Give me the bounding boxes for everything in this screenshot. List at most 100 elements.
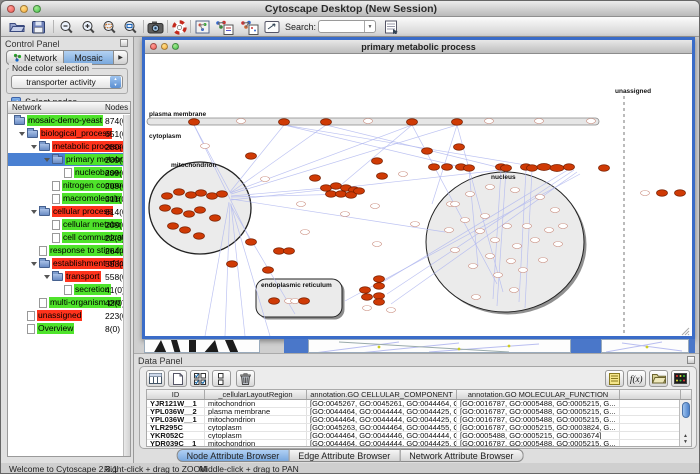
network-node[interactable] <box>527 165 538 172</box>
table-cell[interactable]: [GO:0044464, GO:0044446, GO:0044444, G..… <box>307 432 457 439</box>
network-node[interactable] <box>162 193 173 200</box>
network-node-small[interactable] <box>469 264 478 269</box>
matrix-view-icon[interactable] <box>671 370 690 387</box>
table-cell[interactable]: cytoplasm <box>205 424 307 431</box>
network-node-small[interactable] <box>445 228 454 233</box>
table-cell[interactable]: [GO:0044464, GO:0044444, GO:0044425, G..… <box>307 408 457 415</box>
table-import-icon[interactable] <box>383 19 400 35</box>
network-node-small[interactable] <box>539 258 548 263</box>
network-node-small[interactable] <box>201 144 210 149</box>
network-node[interactable] <box>180 227 191 234</box>
tree-row[interactable]: primary metabo209(... <box>8 153 130 166</box>
table-row[interactable]: YDR039C__1mitochondrion[GO:0044464, GO:0… <box>147 440 691 447</box>
resize-grip-icon[interactable] <box>688 334 689 335</box>
table-cell[interactable]: YDR039C__1 <box>147 440 205 447</box>
attr-column-header[interactable]: annotation.GO CELLULAR_COMPONENT <box>307 390 457 399</box>
attr-column-header[interactable]: _cellularLayoutRegion <box>205 390 307 399</box>
attr-column-header[interactable]: ID <box>147 390 205 399</box>
formula-builder-icon[interactable]: f(x) <box>627 370 646 387</box>
table-row[interactable]: YLR295Ccytoplasm[GO:0045263, GO:0044464,… <box>147 424 691 432</box>
network-node-small[interactable] <box>494 273 503 278</box>
network-node-small[interactable] <box>513 244 522 249</box>
whiteboard-icon[interactable] <box>263 19 280 35</box>
network-node[interactable] <box>452 119 463 126</box>
background-window-border[interactable] <box>571 339 601 353</box>
table-row[interactable]: YJR121W__1mitochondrion[GO:0045267, GO:0… <box>147 400 691 408</box>
zoom-fit-icon[interactable] <box>122 19 139 35</box>
network-node-small[interactable] <box>536 195 545 200</box>
network-node[interactable] <box>326 191 337 198</box>
tree-row[interactable]: Overview8(0) <box>8 322 130 335</box>
network-node[interactable] <box>372 158 383 165</box>
table-cell[interactable]: cytoplasm <box>205 432 307 439</box>
network-node[interactable] <box>331 183 342 190</box>
network-node-small[interactable] <box>472 295 481 300</box>
background-window[interactable] <box>601 339 689 353</box>
table-scrollbar-thumb[interactable] <box>682 402 690 418</box>
network-node[interactable] <box>310 175 321 182</box>
network-node[interactable] <box>336 191 347 198</box>
network-canvas[interactable]: plasma membranecytoplasmmitochondrionnuc… <box>145 54 692 336</box>
table-row[interactable]: YPL036W__2plasma membrane[GO:0044464, GO… <box>147 408 691 416</box>
network-node[interactable] <box>360 287 371 294</box>
network-node[interactable] <box>299 298 310 305</box>
zoom-out-icon[interactable] <box>58 19 75 35</box>
network-node[interactable] <box>217 191 228 198</box>
expand-arrow-icon[interactable] <box>19 132 25 136</box>
network-node[interactable] <box>599 165 610 172</box>
table-cell[interactable]: [GO:0044464, GO:0044444, GO:0044425, G..… <box>307 440 457 447</box>
network-node[interactable] <box>210 215 221 222</box>
tree-row[interactable]: cellular process614(0) <box>8 205 130 218</box>
table-cell[interactable]: YPL036W__2 <box>147 408 205 415</box>
network-view-titlebar[interactable]: primary metabolic process <box>145 40 692 54</box>
network-node[interactable] <box>422 148 433 155</box>
new-attribute-icon[interactable] <box>168 370 187 387</box>
network-node-small[interactable] <box>519 268 528 273</box>
network-node[interactable] <box>537 164 551 171</box>
table-cell[interactable]: [GO:0044464, GO:0044444, GO:0044425, G..… <box>307 416 457 423</box>
network-image-icon[interactable] <box>194 19 211 35</box>
float-panel-icon[interactable] <box>120 39 128 47</box>
table-scrollbar-arrows[interactable]: ▲▼ <box>680 433 691 445</box>
network-node[interactable] <box>374 299 385 306</box>
tree-row[interactable]: unassigned223(0) <box>8 309 130 322</box>
network-node[interactable] <box>184 211 195 218</box>
table-scrollbar[interactable]: ▲▼ <box>679 400 691 446</box>
tab-overflow-button[interactable]: ▶ <box>114 50 128 65</box>
network-node-small[interactable] <box>411 222 420 227</box>
tree-row[interactable]: secretion41(0) <box>8 283 130 296</box>
tree-row[interactable]: nitrogen compo209(0) <box>8 179 130 192</box>
network-node[interactable] <box>354 188 365 195</box>
network-node[interactable] <box>284 248 295 255</box>
attr-column-header[interactable] <box>620 390 681 399</box>
network-node-small[interactable] <box>451 248 460 253</box>
table-cell[interactable]: YPL036W__1 <box>147 416 205 423</box>
network-node-small[interactable] <box>399 172 408 177</box>
tree-row[interactable]: transport558(0) <box>8 270 130 283</box>
expand-arrow-icon[interactable] <box>44 158 50 162</box>
network-node[interactable] <box>196 190 207 197</box>
snapshot-camera-icon[interactable] <box>147 19 164 35</box>
table-cell[interactable]: YKR052C <box>147 432 205 439</box>
network-node[interactable] <box>189 119 200 126</box>
network-node-small[interactable] <box>364 119 373 124</box>
network-node[interactable] <box>321 119 332 126</box>
expand-arrow-icon[interactable] <box>31 145 37 149</box>
network-node-small[interactable] <box>476 229 485 234</box>
network-node-small[interactable] <box>511 188 520 193</box>
table-cell[interactable] <box>620 432 681 439</box>
network-node-small[interactable] <box>503 224 512 229</box>
attr-table-header[interactable]: ID_cellularLayoutRegionannotation.GO CEL… <box>147 390 691 400</box>
import-attributes-folder-icon[interactable] <box>649 370 668 387</box>
network-node[interactable] <box>374 276 385 283</box>
delete-attribute-trash-icon[interactable] <box>236 370 255 387</box>
network-node-small[interactable] <box>341 212 350 217</box>
node-color-dropdown[interactable]: transporter activity ▲▼ <box>11 75 123 89</box>
network-node-small[interactable] <box>551 208 560 213</box>
network-node-small[interactable] <box>373 242 382 247</box>
background-window-border[interactable] <box>689 339 695 353</box>
table-cell[interactable]: [GO:0005488, GO:0005215, GO:0003674] <box>457 432 620 439</box>
network-node[interactable] <box>550 165 564 172</box>
network-node-small[interactable] <box>523 224 532 229</box>
network-node[interactable] <box>207 193 218 200</box>
